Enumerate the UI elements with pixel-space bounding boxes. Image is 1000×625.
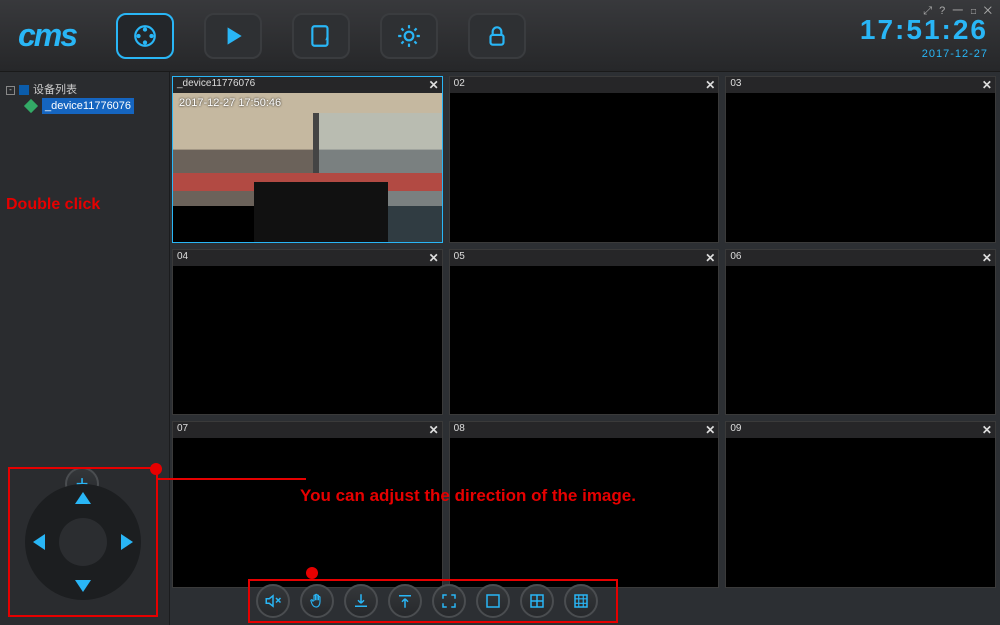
- live-feed[interactable]: 2017-12-27 17:50:46: [173, 93, 442, 242]
- video-cell-04[interactable]: 04 ✕: [172, 249, 443, 416]
- video-cell-06[interactable]: 06 ✕: [725, 249, 996, 416]
- cell-number: 05: [454, 251, 465, 262]
- live-view-button[interactable]: [116, 13, 174, 59]
- tree-root-label: 设备列表: [33, 82, 77, 98]
- device-label: _device11776076: [42, 98, 134, 114]
- cell-number: 07: [177, 423, 188, 434]
- video-cell-05[interactable]: 05 ✕: [449, 249, 720, 416]
- cell-number: 06: [730, 251, 741, 262]
- export-icon: [396, 592, 414, 610]
- close-icon[interactable]: ✕: [982, 423, 992, 437]
- clock-time: 17:51:26: [860, 14, 988, 46]
- cell-title-text: _device11776076: [177, 78, 255, 89]
- playback-button[interactable]: [204, 13, 262, 59]
- close-icon[interactable]: ✕: [429, 251, 439, 265]
- ptz-down-button[interactable]: [75, 580, 91, 592]
- grid-9-icon: [572, 592, 590, 610]
- close-icon[interactable]: ✕: [429, 78, 439, 92]
- ptz-dpad: [25, 484, 141, 600]
- device-sidebar: - 设备列表 _device11776076 Double click +: [0, 72, 170, 625]
- grid-4-icon: [528, 592, 546, 610]
- annotation-line: [158, 478, 306, 480]
- grid-1-icon: [484, 592, 502, 610]
- film-reel-icon: [132, 23, 158, 49]
- import-icon: [352, 592, 370, 610]
- video-cell-03[interactable]: 03 ✕: [725, 76, 996, 243]
- bottom-toolbar: [248, 579, 618, 623]
- device-tree[interactable]: - 设备列表 _device11776076: [6, 82, 163, 114]
- folder-icon: [19, 85, 29, 95]
- lock-button[interactable]: [468, 13, 526, 59]
- video-cell-09[interactable]: 09 ✕: [725, 421, 996, 588]
- app-header: cms ⤢ ? 一 ◻ ✕ 17:51:26 2017-12-27: [0, 0, 1000, 72]
- ptz-left-button[interactable]: [33, 534, 45, 550]
- tree-device-item[interactable]: _device11776076: [24, 98, 163, 114]
- edit-icon: [308, 23, 334, 49]
- close-icon[interactable]: ✕: [705, 251, 715, 265]
- device-status-icon: [24, 99, 38, 113]
- record-button[interactable]: [388, 584, 422, 618]
- lock-icon: [484, 23, 510, 49]
- close-icon[interactable]: ✕: [705, 423, 715, 437]
- annotation-text: You can adjust the direction of the imag…: [300, 486, 636, 506]
- fullscreen-icon: [440, 592, 458, 610]
- cell-number: 03: [730, 78, 741, 89]
- mute-button[interactable]: [256, 584, 290, 618]
- play-icon: [220, 23, 246, 49]
- cell-number: 08: [454, 423, 465, 434]
- video-grid: _device11776076 ✕ 2017-12-27 17:50:46 02…: [172, 76, 996, 588]
- annotation-double-click: Double click: [6, 196, 100, 214]
- feed-timestamp: 2017-12-27 17:50:46: [179, 97, 281, 109]
- tree-root[interactable]: - 设备列表: [6, 82, 163, 98]
- clock-date: 2017-12-27: [860, 48, 988, 60]
- hand-icon: [308, 592, 326, 610]
- ptz-control-panel: [8, 467, 158, 617]
- ptz-center-button[interactable]: [59, 518, 107, 566]
- speaker-mute-icon: [264, 592, 282, 610]
- layout-4-button[interactable]: [520, 584, 554, 618]
- cell-number: 02: [454, 78, 465, 89]
- layout-1-button[interactable]: [476, 584, 510, 618]
- annotation-dot: [306, 567, 318, 579]
- video-cell-01[interactable]: _device11776076 ✕ 2017-12-27 17:50:46: [172, 76, 443, 243]
- clock-display: 17:51:26 2017-12-27: [860, 14, 988, 60]
- cell-number: 04: [177, 251, 188, 262]
- talk-button[interactable]: [300, 584, 334, 618]
- brand-logo: cms: [18, 17, 76, 54]
- cell-number: 09: [730, 423, 741, 434]
- gear-icon: [396, 23, 422, 49]
- annotation-dot: [150, 463, 162, 475]
- feed-image: [173, 93, 442, 242]
- snapshot-button[interactable]: [344, 584, 378, 618]
- close-icon[interactable]: ✕: [705, 78, 715, 92]
- ptz-right-button[interactable]: [121, 534, 133, 550]
- settings-button[interactable]: [380, 13, 438, 59]
- collapse-icon[interactable]: -: [6, 86, 15, 95]
- close-icon[interactable]: ✕: [982, 78, 992, 92]
- close-icon[interactable]: ✕: [982, 251, 992, 265]
- ptz-up-button[interactable]: [75, 492, 91, 504]
- video-cell-02[interactable]: 02 ✕: [449, 76, 720, 243]
- close-icon[interactable]: ✕: [429, 423, 439, 437]
- fullscreen-button[interactable]: [432, 584, 466, 618]
- cell-title: _device11776076 ✕: [173, 77, 442, 93]
- layout-9-button[interactable]: [564, 584, 598, 618]
- log-button[interactable]: [292, 13, 350, 59]
